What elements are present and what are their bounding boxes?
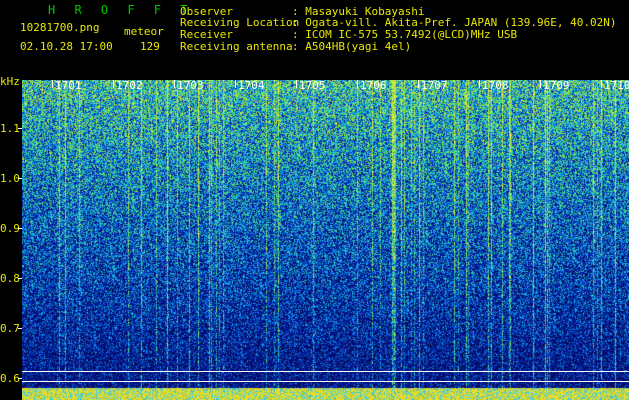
time-tick-label: 1708 — [482, 79, 509, 92]
y-tick-mark — [18, 178, 22, 179]
time-tick-label: 1702 — [116, 79, 143, 92]
time-tick-label: 1706 — [360, 79, 387, 92]
time-tick-mark — [174, 80, 175, 88]
program-title: H R O F F T — [48, 3, 194, 17]
y-tick-label: 1.1 — [0, 122, 20, 135]
y-tick-mark — [18, 378, 22, 379]
field-value-receiver: : ICOM IC-575 53.7492(@LCD)MHz USB — [292, 28, 518, 41]
time-tick-label: 1701 — [55, 79, 82, 92]
spectrogram-canvas — [22, 80, 629, 400]
time-tick-mark — [235, 80, 236, 88]
time-tick-label: 1707 — [421, 79, 448, 92]
y-tick-label: 0.7 — [0, 322, 20, 335]
marker-line-lower — [22, 381, 629, 382]
datetime: 02.10.28 17:00 — [20, 40, 113, 53]
y-tick-mark — [18, 278, 22, 279]
y-tick-label: 0.8 — [0, 272, 20, 285]
time-tick-mark — [540, 80, 541, 88]
meteor-count: 129 — [140, 40, 160, 53]
time-tick-mark — [357, 80, 358, 88]
field-label-location: Receiving Location — [180, 16, 300, 29]
time-tick-mark — [601, 80, 602, 88]
field-label-antenna: Receiving antenna — [180, 40, 293, 53]
time-tick-mark — [418, 80, 419, 88]
marker-line-upper — [22, 371, 629, 372]
meteor-label: meteor — [124, 25, 164, 38]
y-tick-mark — [18, 128, 22, 129]
time-tick-mark — [479, 80, 480, 88]
filename: 10281700.png — [20, 21, 100, 34]
y-tick-label: 1.0 — [0, 172, 20, 185]
time-tick-mark — [52, 80, 53, 88]
y-tick-label: 0.6 — [0, 372, 20, 385]
field-value-location: : Ogata-vill. Akita-Pref. JAPAN (139.96E… — [292, 16, 617, 29]
time-tick-label: 1705 — [299, 79, 326, 92]
axis-unit: kHz — [0, 75, 20, 88]
time-tick-mark — [113, 80, 114, 88]
time-tick-label: 1704 — [238, 79, 265, 92]
time-tick-label: 1709 — [543, 79, 570, 92]
field-value-antenna: : A504HB(yagi 4el) — [292, 40, 412, 53]
field-label-receiver: Receiver — [180, 28, 233, 41]
spectrogram — [22, 80, 629, 400]
time-tick-label: 1710 — [604, 79, 629, 92]
y-tick-mark — [18, 228, 22, 229]
time-tick-label: 1703 — [177, 79, 204, 92]
time-tick-mark — [296, 80, 297, 88]
y-tick-mark — [18, 328, 22, 329]
y-tick-label: 0.9 — [0, 222, 20, 235]
